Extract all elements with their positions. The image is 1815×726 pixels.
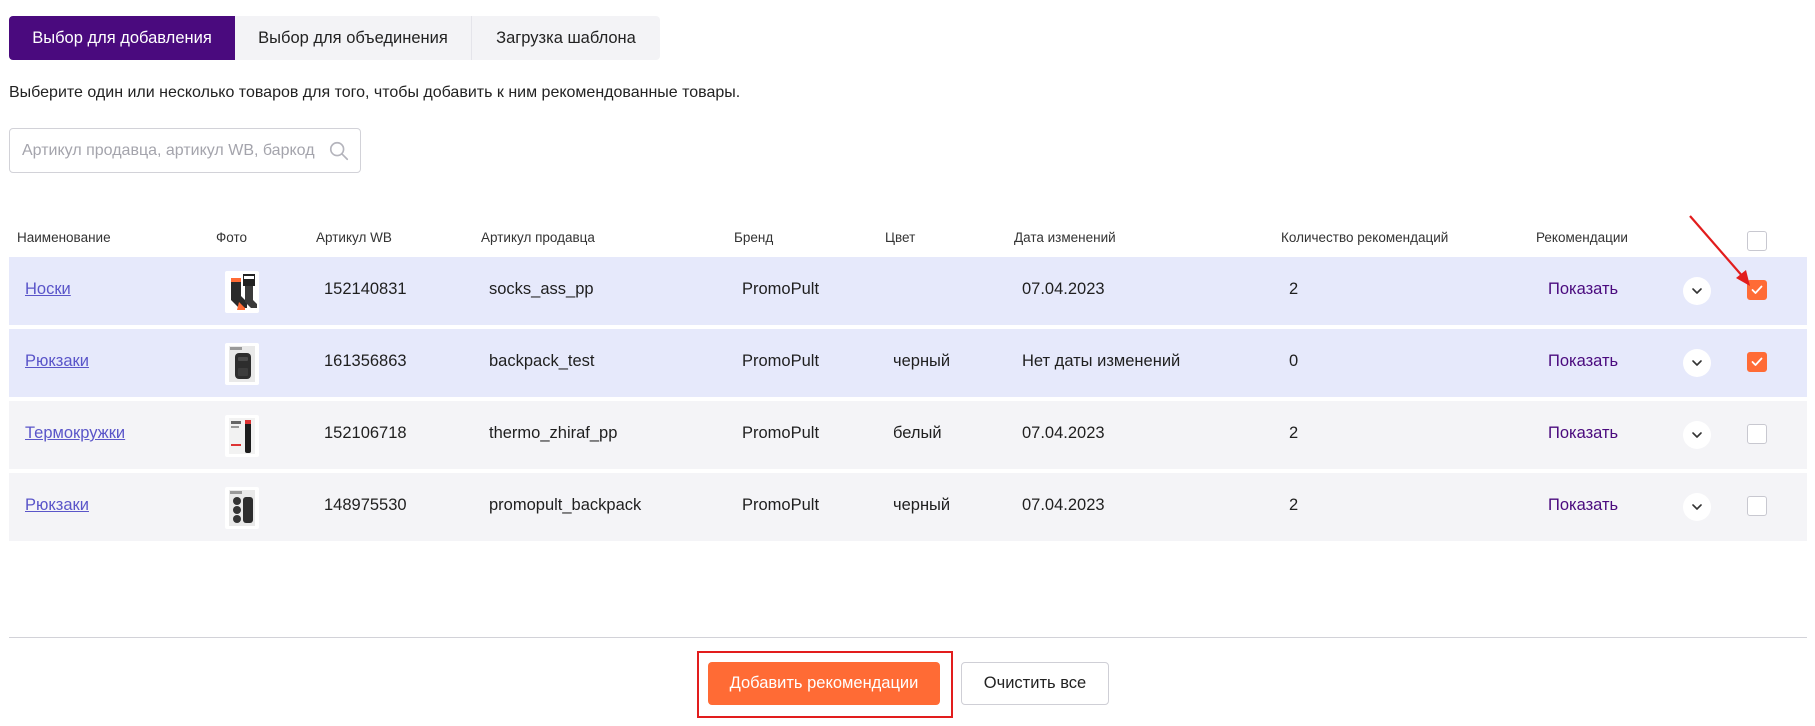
product-name-link[interactable]: Рюкзаки bbox=[25, 496, 89, 515]
color: черный bbox=[893, 352, 951, 370]
wb-article: 148975530 bbox=[324, 496, 407, 514]
recommendation-count: 0 bbox=[1289, 352, 1299, 370]
column-header-brand[interactable]: Бренд bbox=[734, 230, 773, 245]
table-row: Термокружки 152106718 thermo_zhiraf_pp P… bbox=[9, 401, 1807, 469]
show-recommendations-link[interactable]: Показать bbox=[1548, 352, 1618, 371]
checkmark-icon bbox=[1751, 357, 1763, 366]
product-name-link[interactable]: Термокружки bbox=[25, 424, 125, 443]
column-header-date[interactable]: Дата изменений bbox=[1014, 230, 1116, 245]
footer-divider bbox=[9, 637, 1807, 638]
brand: PromoPult bbox=[742, 352, 820, 370]
wb-article: 152106718 bbox=[324, 424, 407, 442]
add-recommendations-button[interactable]: Добавить рекомендации bbox=[708, 662, 940, 705]
wb-article: 152140831 bbox=[324, 280, 407, 298]
product-photo bbox=[225, 415, 259, 457]
expand-row-button[interactable] bbox=[1683, 421, 1711, 449]
product-name-link[interactable]: Рюкзаки bbox=[25, 352, 89, 371]
annotation-arrow-icon bbox=[1689, 215, 1750, 286]
clear-all-button[interactable]: Очистить все bbox=[961, 662, 1109, 705]
row-checkbox[interactable] bbox=[1747, 424, 1767, 444]
recommendation-count: 2 bbox=[1289, 424, 1299, 442]
change-date: 07.04.2023 bbox=[1022, 424, 1105, 442]
tab-bar: Выбор для добавления Выбор для объединен… bbox=[9, 16, 660, 60]
seller-article: thermo_zhiraf_pp bbox=[489, 424, 618, 442]
column-header-color[interactable]: Цвет bbox=[885, 230, 915, 245]
show-recommendations-link[interactable]: Показать bbox=[1548, 280, 1618, 299]
product-photo bbox=[225, 343, 259, 385]
product-photo bbox=[225, 487, 259, 529]
brand: PromoPult bbox=[742, 496, 820, 514]
change-date: 07.04.2023 bbox=[1022, 496, 1105, 514]
chevron-down-icon bbox=[1692, 504, 1702, 510]
table-row: Рюкзаки 148975530 promopult_backpack Pro… bbox=[9, 473, 1807, 541]
search-icon[interactable] bbox=[328, 140, 350, 162]
row-checkbox[interactable] bbox=[1747, 352, 1767, 372]
tab-template-upload[interactable]: Загрузка шаблона bbox=[472, 16, 660, 60]
search-input[interactable] bbox=[22, 141, 322, 160]
column-header-seller-article[interactable]: Артикул продавца bbox=[481, 230, 595, 245]
backpack-photo-icon bbox=[229, 346, 255, 382]
column-header-wb-article[interactable]: Артикул WB bbox=[316, 230, 392, 245]
row-checkbox[interactable] bbox=[1747, 496, 1767, 516]
backpack-photo-icon bbox=[229, 490, 255, 526]
product-name-link[interactable]: Носки bbox=[25, 280, 71, 299]
column-header-photo: Фото bbox=[216, 230, 248, 245]
column-header-recommendations: Рекомендации bbox=[1536, 230, 1628, 245]
show-recommendations-link[interactable]: Показать bbox=[1548, 424, 1618, 443]
tab-select-for-adding[interactable]: Выбор для добавления bbox=[9, 16, 235, 60]
recommendation-count: 2 bbox=[1289, 280, 1299, 298]
seller-article: promopult_backpack bbox=[489, 496, 642, 514]
recommendation-count: 2 bbox=[1289, 496, 1299, 514]
expand-row-button[interactable] bbox=[1683, 493, 1711, 521]
table-header: Наименование Фото Артикул WB Артикул про… bbox=[9, 226, 1807, 256]
seller-article: backpack_test bbox=[489, 352, 595, 370]
seller-article: socks_ass_pp bbox=[489, 280, 594, 298]
tab-select-for-merging[interactable]: Выбор для объединения bbox=[235, 16, 472, 60]
color: черный bbox=[893, 496, 951, 514]
wb-article: 161356863 bbox=[324, 352, 407, 370]
chevron-down-icon bbox=[1692, 432, 1702, 438]
thermo-mug-photo-icon bbox=[229, 418, 255, 454]
brand: PromoPult bbox=[742, 424, 820, 442]
brand: PromoPult bbox=[742, 280, 820, 298]
expand-row-button[interactable] bbox=[1683, 349, 1711, 377]
socks-photo-icon bbox=[231, 274, 257, 310]
instruction-text: Выберите один или несколько товаров для … bbox=[9, 84, 741, 101]
search-box bbox=[9, 128, 361, 173]
column-header-recommendation-count[interactable]: Количество рекомендаций bbox=[1281, 230, 1448, 245]
color: белый bbox=[893, 424, 942, 442]
column-header-name[interactable]: Наименование bbox=[17, 230, 111, 245]
chevron-down-icon bbox=[1692, 360, 1702, 366]
table-row: Носки 152140831 socks_ass_pp PromoPult 0… bbox=[9, 257, 1807, 325]
change-date: Нет даты изменений bbox=[1022, 352, 1181, 370]
change-date: 07.04.2023 bbox=[1022, 280, 1105, 298]
table-row: Рюкзаки 161356863 backpack_test PromoPul… bbox=[9, 329, 1807, 397]
product-photo bbox=[225, 271, 259, 313]
show-recommendations-link[interactable]: Показать bbox=[1548, 496, 1618, 515]
